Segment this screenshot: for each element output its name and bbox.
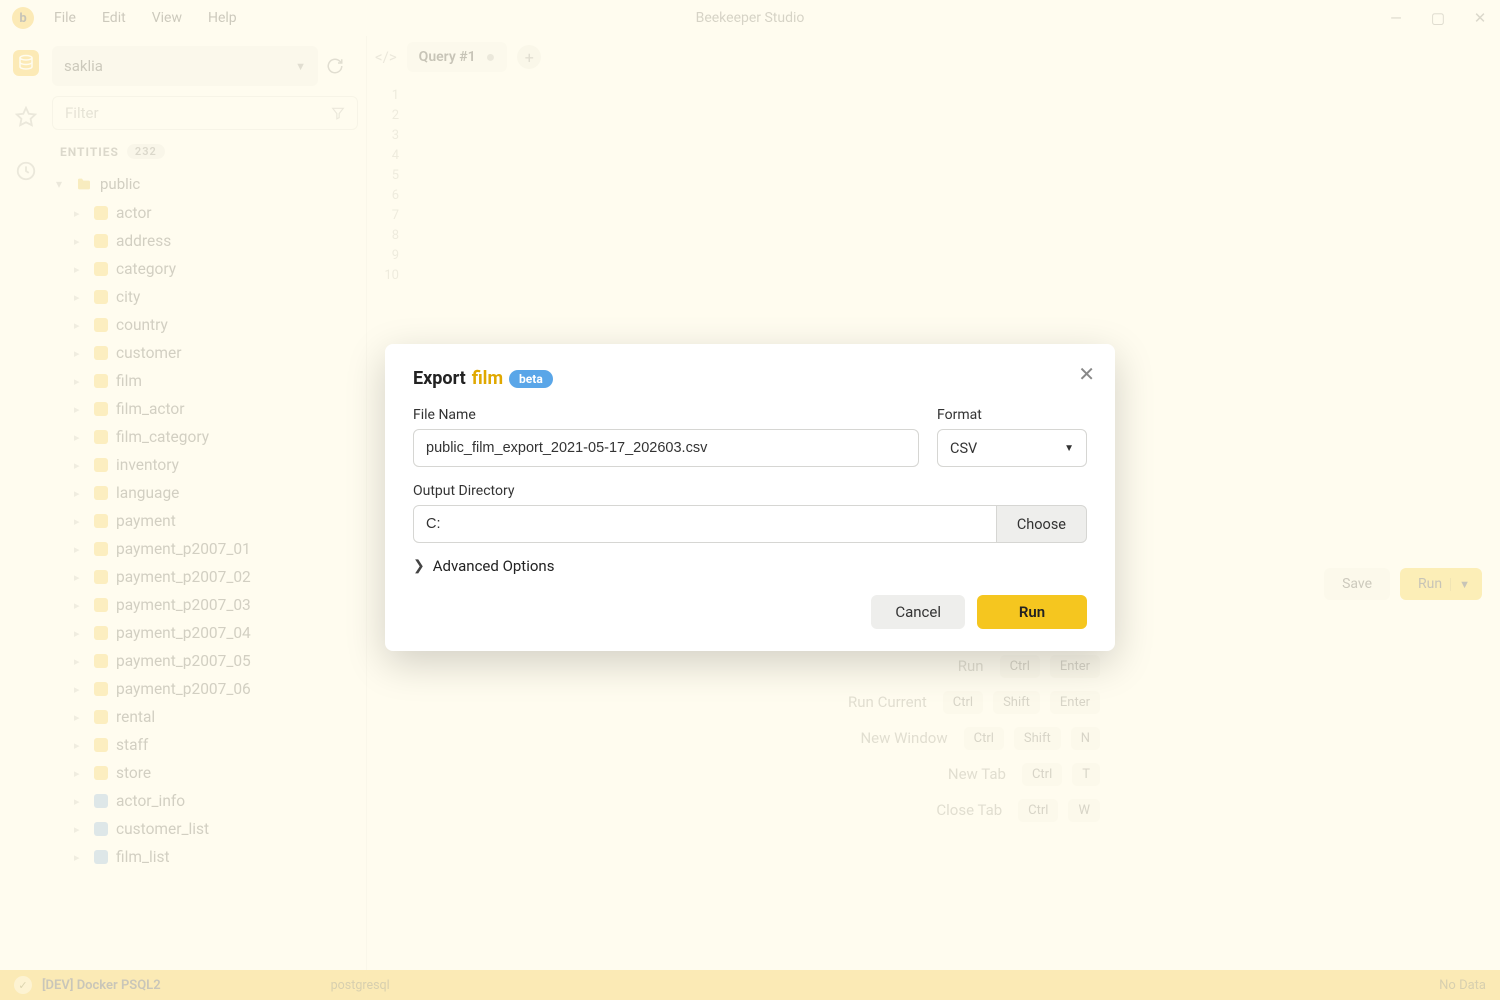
modal-title-prefix: Export <box>413 368 466 389</box>
modal-table-name: film <box>472 368 503 389</box>
close-icon[interactable]: ✕ <box>1078 362 1095 386</box>
chevron-down-icon: ▼ <box>1064 443 1074 454</box>
choose-button[interactable]: Choose <box>997 505 1087 543</box>
chevron-right-icon: ❯ <box>413 558 425 574</box>
cancel-button[interactable]: Cancel <box>871 595 965 629</box>
advanced-options-toggle[interactable]: ❯ Advanced Options <box>413 557 1087 575</box>
outdir-input[interactable] <box>413 505 997 543</box>
format-value: CSV <box>950 440 977 457</box>
format-select[interactable]: CSV ▼ <box>937 429 1087 467</box>
outdir-label: Output Directory <box>413 483 1087 499</box>
modal-title: Export film beta <box>413 368 1087 389</box>
export-modal: Export film beta ✕ File Name Format CSV … <box>385 344 1115 651</box>
filename-label: File Name <box>413 407 919 423</box>
advanced-label: Advanced Options <box>433 557 555 575</box>
filename-input[interactable] <box>413 429 919 467</box>
modal-run-button[interactable]: Run <box>977 595 1087 629</box>
beta-badge: beta <box>509 370 553 388</box>
format-label: Format <box>937 407 1087 423</box>
